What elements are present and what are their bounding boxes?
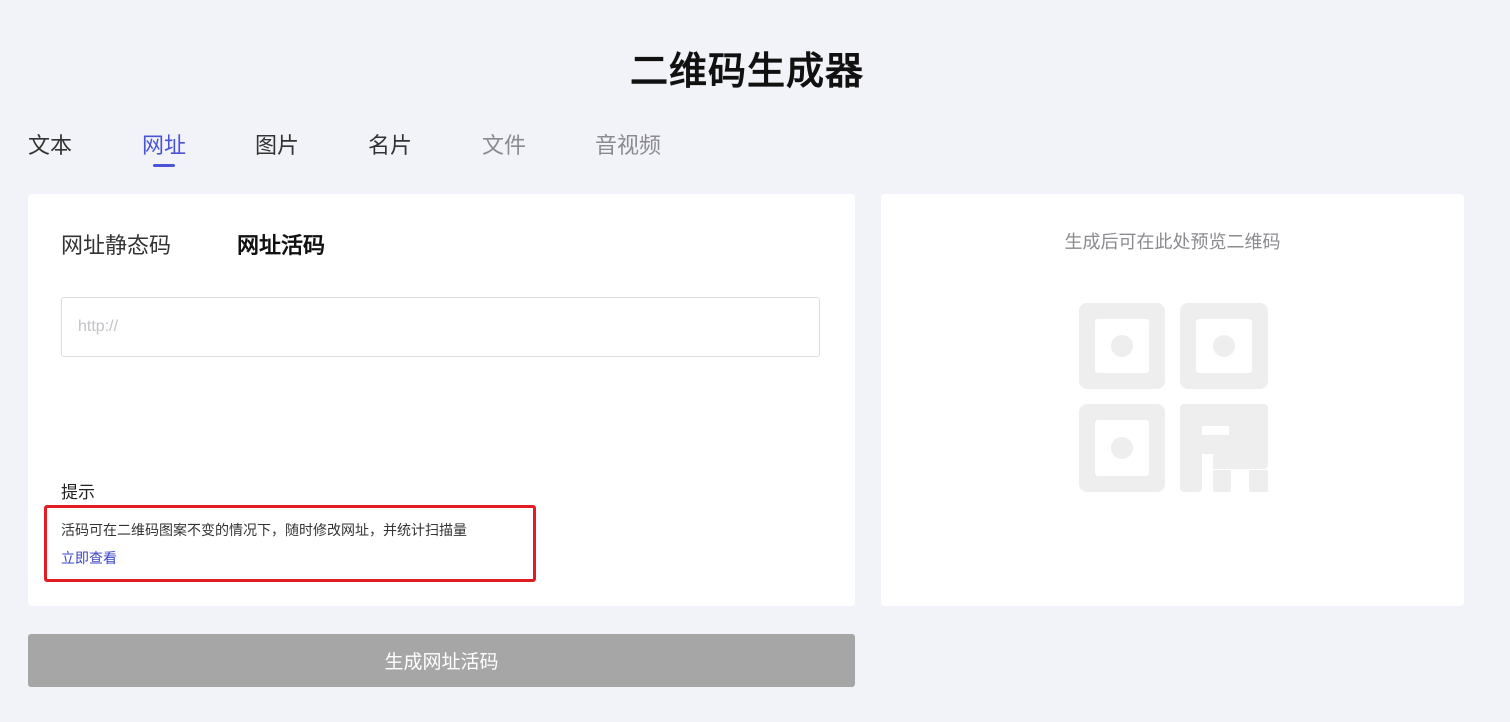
subtab-static-code[interactable]: 网址静态码 [61,228,171,260]
tab-business-card[interactable]: 名片 [368,128,412,160]
url-editor-card: 网址静态码 网址活码 提示 活码可在二维码图案不变的情况下，随时修改网址，并统计… [28,194,855,606]
qr-code-placeholder-icon [1079,303,1268,492]
active-tab-indicator [153,164,175,167]
tab-image[interactable]: 图片 [255,128,299,160]
tab-file[interactable]: 文件 [482,128,526,160]
tab-audio-video[interactable]: 音视频 [595,128,661,160]
preview-hint-text: 生成后可在此处预览二维码 [1064,232,1281,253]
generate-live-code-button[interactable]: 生成网址活码 [28,634,855,687]
page: 二维码生成器 文本 网址 图片 名片 文件 音视频 网址静态码 网址活码 提示 … [0,0,1510,722]
tab-url[interactable]: 网址 [142,128,186,160]
hint-text: 活码可在二维码图案不变的情况下，随时修改网址，并统计扫描量 [61,523,467,539]
hint-highlight-box [44,505,536,582]
page-title: 二维码生成器 [629,49,864,93]
qr-preview-card: 生成后可在此处预览二维码 [881,194,1464,606]
tab-text[interactable]: 文本 [28,128,72,160]
url-input[interactable] [61,297,820,357]
hint-title: 提示 [61,483,95,503]
view-now-link[interactable]: 立即查看 [61,548,117,568]
subtab-live-code[interactable]: 网址活码 [237,228,325,260]
